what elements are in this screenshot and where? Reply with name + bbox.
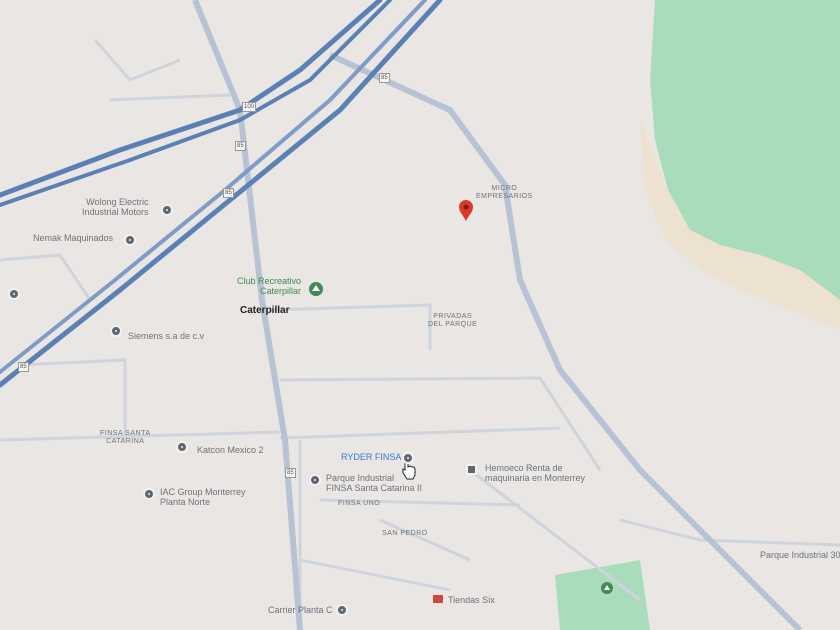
route-shield-85: 85 xyxy=(18,362,29,372)
poi-parque-finsa-icon[interactable] xyxy=(309,474,321,486)
road-12 xyxy=(93,39,181,82)
area-micro-empresarios: MICRO EMPRESARIOS xyxy=(476,185,533,200)
route-shield-85: 85 xyxy=(379,73,390,83)
road-2 xyxy=(279,426,561,440)
label-club-caterpillar[interactable]: Club Recreativo Caterpillar xyxy=(237,276,301,297)
road-4 xyxy=(19,358,127,440)
label-parque-300[interactable]: Parque Industrial 300 xyxy=(760,550,840,561)
label-hemoeco[interactable]: Hemoeco Renta de maquinaria en Monterrey xyxy=(485,463,585,484)
road-6 xyxy=(279,376,602,471)
area-finsa-uno: FINSA UNO xyxy=(338,500,381,507)
route-shield-85: 85 xyxy=(223,188,234,198)
poi-wolong-icon[interactable] xyxy=(161,204,173,216)
route-shield-85: 85 xyxy=(285,468,296,478)
area-san-pedro: SAN PEDRO xyxy=(382,530,428,537)
label-ryder-finsa[interactable]: RYDER FINSA xyxy=(341,452,401,463)
label-wolong[interactable]: Wolong Electric Industrial Motors xyxy=(82,197,149,218)
road-14 xyxy=(299,558,451,592)
poi-ryder-icon[interactable] xyxy=(402,452,414,464)
road-10 xyxy=(619,518,840,547)
label-carrier[interactable]: Carrier Planta C xyxy=(268,605,333,616)
poi-hemoeco-icon[interactable] xyxy=(466,464,477,475)
label-siemens[interactable]: Siemens s.a de c.v xyxy=(128,331,204,342)
poi-katcon-icon[interactable] xyxy=(176,441,188,453)
label-nemak[interactable]: Nemak Maquinados xyxy=(33,233,113,244)
map-canvas[interactable]: 100 85 85 85 85 85 Wolong Electric Indus… xyxy=(0,0,840,630)
area-finsa-santa-catarina: FINSA SANTA CATARINA xyxy=(100,430,151,445)
shopping-icon xyxy=(433,595,443,603)
road-13 xyxy=(109,93,231,102)
label-caterpillar[interactable]: Caterpillar xyxy=(240,305,289,316)
road-1 xyxy=(269,303,432,350)
red-location-pin xyxy=(459,200,473,221)
label-iac-group[interactable]: IAC Group Monterrey Planta Norte xyxy=(160,487,246,508)
label-parque-finsa[interactable]: Parque Industrial FINSA Santa Catarina I… xyxy=(326,473,422,494)
label-katcon[interactable]: Katcon Mexico 2 xyxy=(197,445,264,456)
label-tiendas-six[interactable]: Tiendas Six xyxy=(448,595,495,606)
highway-diagonal-2 xyxy=(0,0,427,374)
route-shield-85: 85 xyxy=(235,141,246,151)
road-9 xyxy=(469,468,641,602)
park-tree-icon xyxy=(309,282,323,296)
road-8 xyxy=(379,518,471,562)
poi-nemak-icon[interactable] xyxy=(124,234,136,246)
park-poi-icon xyxy=(601,582,613,594)
poi-iac-icon[interactable] xyxy=(143,488,155,500)
area-privadas-del-parque: PRIVADAS DEL PARQUE xyxy=(428,313,478,328)
poi-west-icon[interactable] xyxy=(8,288,20,300)
poi-siemens-icon[interactable] xyxy=(110,325,122,337)
poi-carrier-icon[interactable] xyxy=(336,604,348,616)
route-shield-100: 100 xyxy=(242,102,257,112)
